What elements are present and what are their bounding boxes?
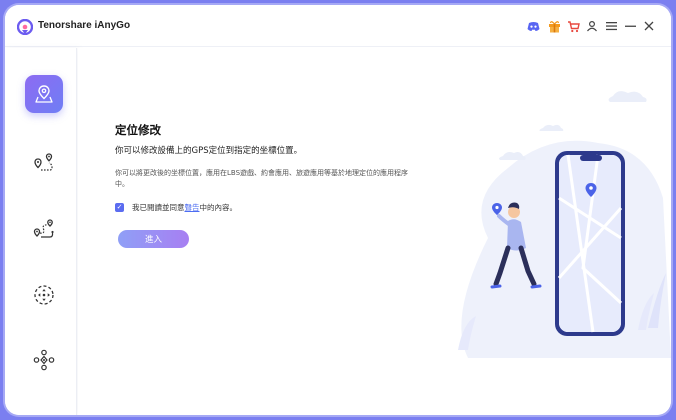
sidebar-item-joystick[interactable] [25,276,63,314]
sidebar-item-change-location[interactable] [25,75,63,113]
main-panel: 定位修改 你可以修改設備上的GPS定位到指定的坐標位置。 你可以將更改後的坐標位… [78,48,671,415]
agreement-suffix: 中的內容。 [199,203,238,212]
page-description: 你可以將更改後的坐標位置，應用在LBS遊戲、約會應用、旅遊應用等基於地理定位的應… [115,169,409,188]
app-window: Tenorshare iAnyGo 定位修改 你可以修改設備上的GPS定位到指定… [5,5,671,415]
agreement-row: ✓ 我已閱讀並同意 聲告 中的內容。 [115,202,237,213]
app-logo-icon [17,19,33,35]
sidebar [5,48,77,415]
agreement-prefix: 我已閱讀並同意 [132,203,185,212]
gps-dpad-icon [33,349,55,371]
enter-button[interactable]: 進入 [118,230,189,248]
page-subtitle: 你可以修改設備上的GPS定位到指定的坐標位置。 [115,146,303,156]
location-pin-map-icon [35,85,53,103]
two-pin-route-icon [34,153,53,171]
multi-pin-route-icon [33,219,54,238]
phone-location-illustration [458,91,671,358]
page-title: 定位修改 [115,123,161,137]
app-title: Tenorshare iAnyGo [38,20,131,31]
discord-icon[interactable] [525,18,541,34]
minimize-icon[interactable] [622,18,638,34]
title-bar: Tenorshare iAnyGo [5,5,671,47]
menu-icon[interactable] [603,18,619,34]
joystick-icon [34,285,54,305]
agreement-checkbox[interactable]: ✓ [115,203,124,212]
close-icon[interactable] [641,18,657,34]
sidebar-item-multi-spot[interactable] [25,210,63,248]
sidebar-item-gps-tools[interactable] [25,341,63,379]
disclaimer-link[interactable]: 聲告 [185,202,200,213]
gift-icon[interactable] [546,18,562,34]
cart-icon[interactable] [565,18,581,34]
user-icon[interactable] [584,18,600,34]
sidebar-item-single-spot[interactable] [25,144,63,182]
